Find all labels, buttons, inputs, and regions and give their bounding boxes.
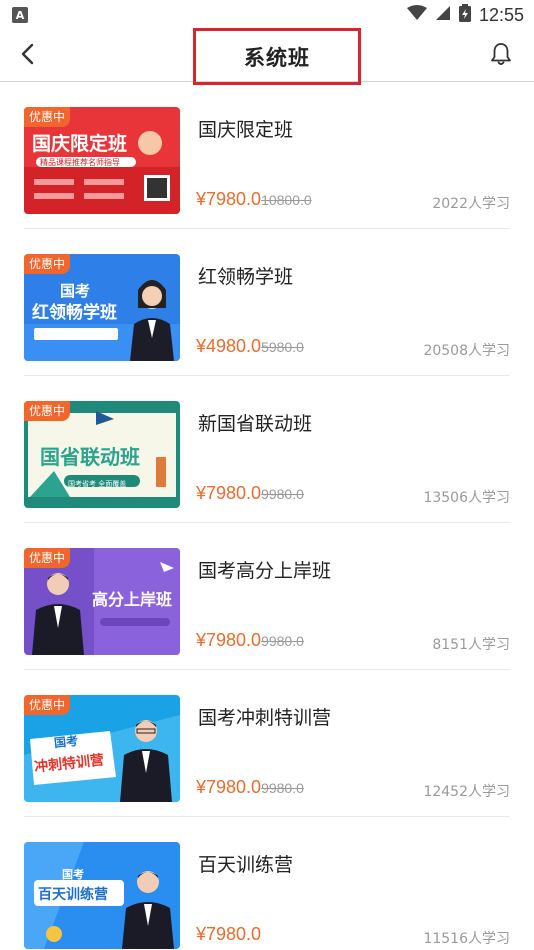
course-thumbnail: 国考 红领畅学班 优惠中 bbox=[24, 254, 180, 361]
course-item[interactable]: 国考 冲刺特训营 优惠中 国考冲刺特训营 ¥7980.0 9980.0 1245… bbox=[24, 671, 510, 817]
page-title: 系统班 bbox=[244, 45, 310, 70]
thumbnail-subtitle: 国考 bbox=[62, 868, 84, 881]
original-price: 10800.0 bbox=[261, 192, 312, 208]
price-row: ¥7980.0 9980.0 bbox=[196, 630, 304, 651]
learner-count: 20508人学习 bbox=[423, 343, 510, 359]
price-row: ¥7980.0 9980.0 bbox=[196, 483, 304, 504]
thumbnail-subtitle: 国考省考 全面覆盖 bbox=[68, 480, 127, 488]
thumbnail-title: 百天训练营 bbox=[38, 887, 108, 903]
original-price: 9980.0 bbox=[261, 486, 304, 502]
learner-count: 12452人学习 bbox=[423, 784, 510, 800]
nav-header: 系统班 bbox=[0, 28, 534, 85]
discount-badge: 优惠中 bbox=[24, 107, 71, 127]
current-price: ¥7980.0 bbox=[196, 483, 262, 503]
course-item[interactable]: 高分上岸班 优惠中 国考高分上岸班 ¥7980.0 9980.0 8151人学习 bbox=[24, 524, 510, 670]
divider bbox=[24, 228, 510, 229]
battery-icon bbox=[458, 4, 471, 26]
learner-count: 8151人学习 bbox=[432, 637, 510, 653]
thumbnail-subtitle: 精品课程推荐名师指导 bbox=[40, 158, 120, 167]
back-button[interactable] bbox=[14, 42, 42, 70]
price-row: ¥7980.0 9980.0 bbox=[196, 777, 304, 798]
current-price: ¥4980.0 bbox=[196, 336, 262, 356]
learner-count: 2022人学习 bbox=[432, 196, 510, 212]
wifi-icon bbox=[406, 5, 427, 25]
learner-count: 13506人学习 bbox=[423, 490, 510, 506]
divider bbox=[24, 816, 510, 817]
divider bbox=[24, 375, 510, 376]
status-time: 12:55 bbox=[478, 4, 524, 25]
cellular-signal-icon bbox=[435, 5, 451, 25]
discount-badge: 优惠中 bbox=[24, 254, 71, 274]
status-bar: A 12:55 bbox=[0, 0, 534, 30]
page-title-box: 系统班 bbox=[193, 28, 361, 85]
notification-button[interactable] bbox=[488, 42, 514, 70]
discount-badge: 优惠中 bbox=[24, 548, 71, 568]
course-item[interactable]: 国省联动班 国考省考 全面覆盖 优惠中 新国省联动班 ¥7980.0 9980.… bbox=[24, 377, 510, 523]
current-price: ¥7980.0 bbox=[196, 630, 262, 650]
course-item[interactable]: 国庆限定班 精品课程推荐名师指导 优惠中 国庆限定班 ¥7980.0 10800… bbox=[24, 83, 510, 229]
course-thumbnail: 国考 冲刺特训营 优惠中 bbox=[24, 695, 180, 802]
thumbnail-title: 红领畅学班 bbox=[32, 303, 117, 323]
thumbnail-title: 高分上岸班 bbox=[92, 590, 173, 609]
course-title: 红领畅学班 bbox=[198, 266, 294, 288]
current-price: ¥7980.0 bbox=[196, 777, 262, 797]
price-row: ¥4980.0 5980.0 bbox=[196, 336, 304, 357]
thumbnail-subtitle: 国考 bbox=[53, 733, 79, 751]
bell-icon bbox=[490, 42, 512, 70]
original-price: 9980.0 bbox=[261, 633, 304, 649]
original-price: 9980.0 bbox=[261, 780, 304, 796]
price-row: ¥7980.0 bbox=[196, 924, 261, 945]
divider bbox=[24, 522, 510, 523]
thumbnail-title: 国省联动班 bbox=[40, 445, 140, 469]
divider bbox=[24, 669, 510, 670]
discount-badge: 优惠中 bbox=[24, 695, 71, 715]
course-item[interactable]: 国考 红领畅学班 优惠中 红领畅学班 ¥4980.0 5980.0 20508人… bbox=[24, 230, 510, 376]
discount-badge: 优惠中 bbox=[24, 401, 71, 421]
app-notification-icon: A bbox=[12, 7, 28, 23]
learner-count: 11516人学习 bbox=[423, 931, 510, 947]
course-title: 新国省联动班 bbox=[198, 413, 313, 435]
price-row: ¥7980.0 10800.0 bbox=[196, 189, 312, 210]
course-thumbnail: 高分上岸班 优惠中 bbox=[24, 548, 180, 655]
thumbnail-title: 国庆限定班 bbox=[32, 133, 128, 155]
course-thumbnail: 国省联动班 国考省考 全面覆盖 优惠中 bbox=[24, 401, 180, 508]
course-item[interactable]: 国考 百天训练营 百天训练营 ¥7980.0 11516人学习 bbox=[24, 818, 510, 950]
chevron-left-icon bbox=[20, 43, 36, 69]
course-title: 国考冲刺特训营 bbox=[198, 707, 332, 729]
course-thumbnail: 国考 百天训练营 bbox=[24, 842, 180, 949]
course-title: 百天训练营 bbox=[198, 854, 294, 876]
course-title: 国考高分上岸班 bbox=[198, 560, 332, 582]
course-thumbnail: 国庆限定班 精品课程推荐名师指导 优惠中 bbox=[24, 107, 180, 214]
course-title: 国庆限定班 bbox=[198, 119, 294, 141]
current-price: ¥7980.0 bbox=[196, 924, 262, 944]
current-price: ¥7980.0 bbox=[196, 189, 262, 209]
original-price: 5980.0 bbox=[261, 339, 304, 355]
